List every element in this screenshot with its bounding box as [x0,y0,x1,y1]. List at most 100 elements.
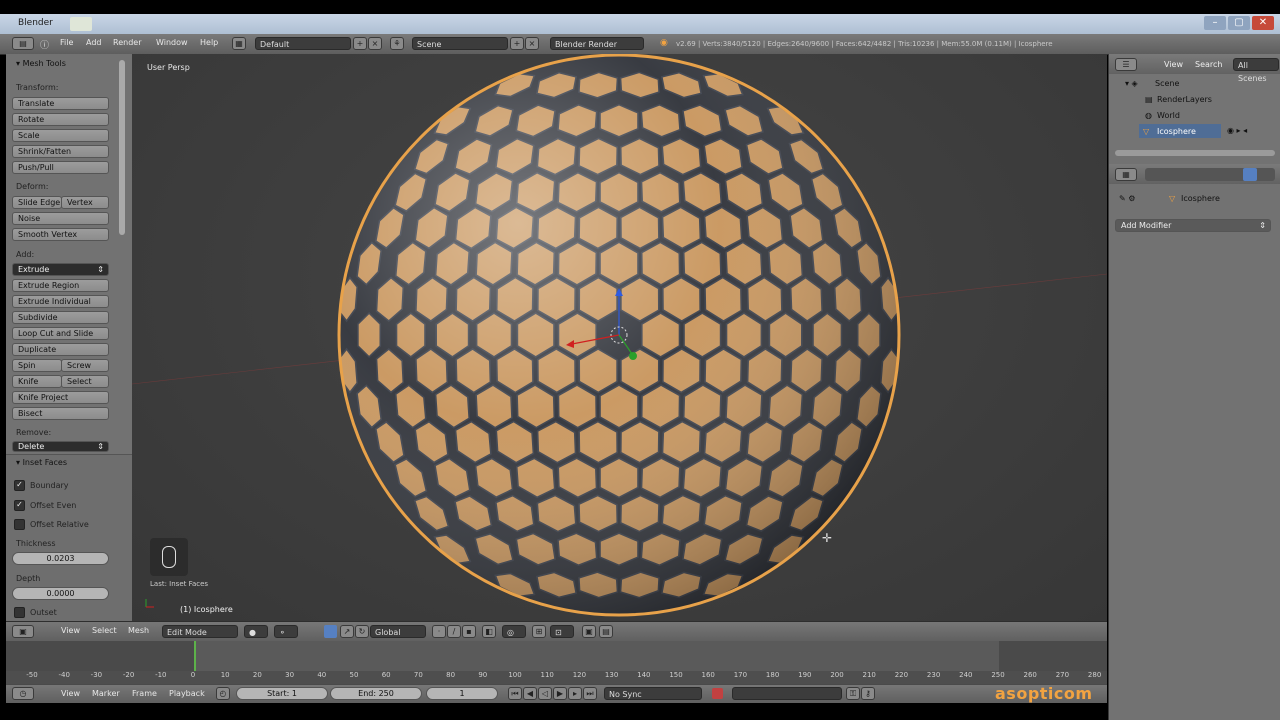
add-scene-button[interactable]: + [510,37,524,50]
outliner-editor-icon[interactable]: ☰ [1115,58,1137,71]
3d-viewport[interactable]: ✛ User Persp Last: Inset Faces (1) Icosp… [132,54,1107,621]
sync-select[interactable]: No Sync [604,687,702,700]
maximize-button[interactable]: ▢ [1228,16,1250,30]
render-preview-icon[interactable]: ▣ [582,625,596,638]
play-reverse-icon[interactable]: ◁ [538,687,552,700]
outliner-view-menu[interactable]: View [1164,60,1183,69]
menu-view[interactable]: View [61,626,80,635]
start-frame-field[interactable]: Start: 1 [236,687,328,700]
outliner-search-menu[interactable]: Search [1195,60,1222,69]
subdivide-button[interactable]: Subdivide [12,311,109,324]
knife-select-button[interactable]: Select [61,375,109,388]
rotate-button[interactable]: Rotate [12,113,109,126]
snap-toggle-icon[interactable]: ⊞ [532,625,546,638]
screw-button[interactable]: Screw [61,359,109,372]
edge-select-icon[interactable]: / [447,625,461,638]
play-icon[interactable]: ▶ [553,687,567,700]
menu-select[interactable]: Select [92,626,117,635]
orientation-select[interactable]: Global [370,625,426,638]
menu-mesh[interactable]: Mesh [128,626,149,635]
menu-render[interactable]: Render [113,38,141,47]
loop-cut-slide-button[interactable]: Loop Cut and Slide [12,327,109,340]
prev-keyframe-icon[interactable]: ◀ [523,687,537,700]
proportional-edit-select[interactable]: ◎ [502,625,526,638]
close-button[interactable]: ✕ [1252,16,1274,30]
extrude-region-button[interactable]: Extrude Region [12,279,109,292]
jump-end-icon[interactable]: ⏭ [583,687,597,700]
add-modifier-select[interactable]: Add Modifier ⇕ [1115,219,1271,232]
visibility-eye-icon[interactable]: ◉ ▸ ◂ [1227,126,1247,135]
next-keyframe-icon[interactable]: ▸ [568,687,582,700]
menu-file[interactable]: File [60,38,73,47]
scene-field[interactable]: Scene [412,37,508,50]
remove-scene-button[interactable]: × [525,37,539,50]
delete-menu[interactable]: Delete ⇕ [12,441,109,452]
face-select-icon[interactable]: ▪ [462,625,476,638]
translate-button[interactable]: Translate [12,97,109,110]
tool-shelf-scrollbar[interactable] [119,60,125,235]
translate-manipulator-icon[interactable]: ↗ [340,625,354,638]
mesh-tools-header[interactable]: ▾ Mesh Tools [16,59,66,68]
preview-range-icon[interactable]: ◴ [216,687,230,700]
record-icon[interactable] [712,688,723,699]
mode-select[interactable]: Edit Mode [162,625,238,638]
tree-item-scene[interactable]: Scene [1155,79,1179,88]
bisect-button[interactable]: Bisect [12,407,109,420]
timeline-menu-frame[interactable]: Frame [132,689,157,698]
manipulator-toggle[interactable] [324,625,337,638]
pivot-select[interactable]: ⚬ [274,625,298,638]
delete-keyframe-icon[interactable]: ⚷ [861,687,875,700]
outliner-display-select[interactable]: All Scenes [1233,58,1279,83]
smooth-vertex-button[interactable]: Smooth Vertex [12,228,109,241]
end-frame-field[interactable]: End: 250 [330,687,422,700]
spin-button[interactable]: Spin [12,359,62,372]
limit-selection-icon[interactable]: ◧ [482,625,496,638]
slide-edge-button[interactable]: Slide Edge [12,196,62,209]
editor-type-icon[interactable]: ▤ [12,37,34,50]
properties-editor-icon[interactable]: ▦ [1115,168,1137,181]
inset-faces-header[interactable]: ▾ Inset Faces [16,458,67,467]
screen-layout-icon[interactable]: ▦ [232,37,246,50]
extrude-individual-button[interactable]: Extrude Individual [12,295,109,308]
timeline-menu-marker[interactable]: Marker [92,689,120,698]
screen-layout-field[interactable]: Default [255,37,351,50]
modifiers-tab-icon[interactable] [1243,168,1257,181]
menu-window[interactable]: Window [156,38,188,47]
thickness-field[interactable]: 0.0203 [12,552,109,565]
outliner-scrollbar[interactable] [1115,150,1275,156]
tree-item-icosphere[interactable]: Icosphere [1157,127,1196,136]
menu-help[interactable]: Help [200,38,218,47]
tree-item-world[interactable]: World [1157,111,1180,120]
extrude-menu[interactable]: Extrude ⇕ [12,263,109,276]
snap-element-select[interactable]: ⊡ [550,625,574,638]
insert-keyframe-icon[interactable]: ⚿ [846,687,860,700]
remove-layout-button[interactable]: × [368,37,382,50]
timeline-menu-playback[interactable]: Playback [169,689,205,698]
current-frame-marker[interactable] [194,641,196,671]
rotate-manipulator-icon[interactable]: ↻ [355,625,369,638]
scale-button[interactable]: Scale [12,129,109,142]
opengl-render-icon[interactable]: ▤ [599,625,613,638]
timeline-menu-view[interactable]: View [61,689,80,698]
boundary-checkbox[interactable]: ✓ [14,480,25,491]
timeline[interactable]: -50 -40 -30 -20 -10 0 10 20 30 40 50 60 70 80 90 100 110… [6,641,1107,685]
keying-set-field[interactable] [732,687,842,700]
knife-project-button[interactable]: Knife Project [12,391,109,404]
view3d-editor-icon[interactable]: ▣ [12,625,34,638]
current-frame-field[interactable]: 1 [426,687,498,700]
offset-relative-checkbox[interactable] [14,519,25,530]
minimize-button[interactable]: – [1204,16,1226,30]
scene-icon[interactable]: ⚘ [390,37,404,50]
render-engine-select[interactable]: Blender Render [550,37,644,50]
slide-vertex-button[interactable]: Vertex [61,196,109,209]
pin-icon[interactable]: ✎ ⚙ [1119,194,1135,203]
duplicate-button[interactable]: Duplicate [12,343,109,356]
jump-start-icon[interactable]: ⏮ [508,687,522,700]
depth-field[interactable]: 0.0000 [12,587,109,600]
timeline-editor-icon[interactable]: ◷ [12,687,34,700]
knife-button[interactable]: Knife [12,375,62,388]
tree-item-renderlayers[interactable]: RenderLayers [1157,95,1212,104]
noise-button[interactable]: Noise [12,212,109,225]
shrink-fatten-button[interactable]: Shrink/Fatten [12,145,109,158]
vertex-select-icon[interactable]: · [432,625,446,638]
